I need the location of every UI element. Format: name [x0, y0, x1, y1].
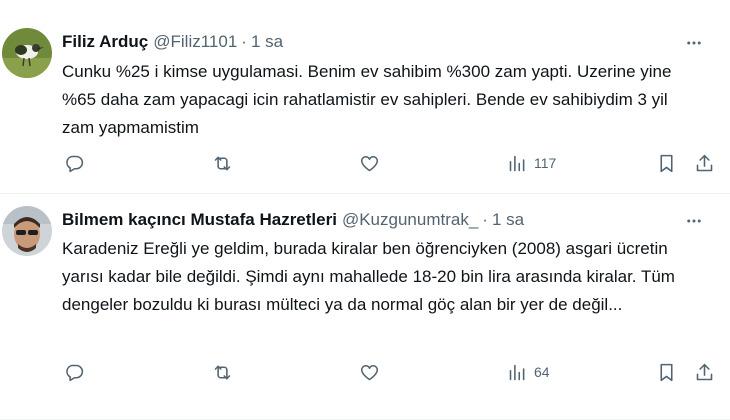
like-icon	[359, 362, 380, 383]
bookmark-icon	[656, 362, 677, 383]
more-icon[interactable]	[684, 33, 704, 53]
timestamp[interactable]: 1 sa	[251, 32, 283, 52]
share-icon	[694, 362, 715, 383]
like-button[interactable]	[359, 150, 380, 176]
author-handle[interactable]: @Kuzgunumtrak_	[342, 210, 478, 230]
reply-button[interactable]	[64, 359, 85, 385]
tweet-actions: 117	[0, 150, 730, 176]
retweet-button[interactable]	[212, 359, 233, 385]
tweet-feed: Filiz Arduç @Filiz1101 · 1 sa Cunku %25 …	[0, 0, 730, 420]
retweet-icon	[212, 362, 233, 383]
tweet-header: Filiz Arduç @Filiz1101 · 1 sa	[62, 30, 718, 54]
retweet-button[interactable]	[212, 150, 233, 176]
author-name[interactable]: Bilmem kaçıncı Mustafa Hazretleri	[62, 210, 337, 230]
avatar[interactable]	[2, 206, 52, 256]
author-handle[interactable]: @Filiz1101	[153, 32, 237, 52]
avatar-image	[2, 28, 52, 78]
retweet-icon	[212, 153, 233, 174]
more-icon[interactable]	[684, 211, 704, 231]
share-icon	[694, 153, 715, 174]
timestamp[interactable]: 1 sa	[492, 210, 524, 230]
tweet[interactable]: Bilmem kaçıncı Mustafa Hazretleri @Kuzgu…	[0, 193, 730, 420]
views-button[interactable]: 117	[507, 150, 556, 176]
bookmark-icon	[656, 153, 677, 174]
views-button[interactable]: 64	[507, 359, 550, 385]
tweet-header: Bilmem kaçıncı Mustafa Hazretleri @Kuzgu…	[62, 208, 718, 232]
views-icon	[507, 362, 528, 383]
reply-icon	[64, 153, 85, 174]
tweet-text: Cunku %25 i kimse uygulamasi. Benim ev s…	[62, 62, 672, 137]
bookmark-button[interactable]	[656, 359, 677, 385]
separator: ·	[241, 32, 247, 51]
like-button[interactable]	[359, 359, 380, 385]
tweet-actions: 64	[0, 359, 730, 385]
bookmark-button[interactable]	[656, 150, 677, 176]
avatar[interactable]	[2, 28, 52, 78]
tweet[interactable]: Filiz Arduç @Filiz1101 · 1 sa Cunku %25 …	[0, 0, 730, 193]
author-name[interactable]: Filiz Arduç	[62, 32, 148, 52]
views-icon	[507, 153, 528, 174]
share-button[interactable]	[694, 150, 715, 176]
like-icon	[359, 153, 380, 174]
share-button[interactable]	[694, 359, 715, 385]
views-count: 64	[534, 364, 550, 380]
tweet-text: Karadeniz Ereğli ye geldim, burada kiral…	[62, 239, 675, 314]
reply-icon	[64, 362, 85, 383]
avatar-image	[2, 206, 52, 256]
views-count: 117	[534, 155, 557, 171]
reply-button[interactable]	[64, 150, 85, 176]
separator: ·	[482, 210, 488, 229]
